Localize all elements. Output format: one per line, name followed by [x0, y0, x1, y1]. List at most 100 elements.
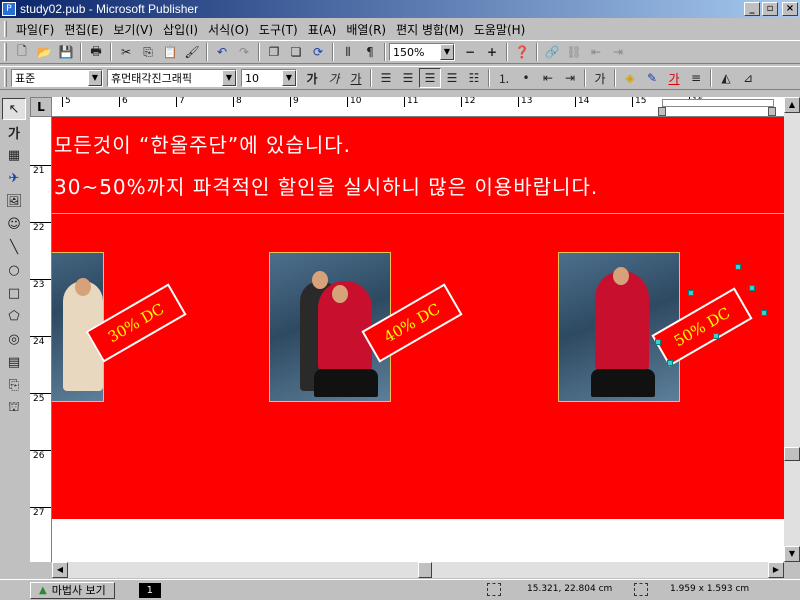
minimize-button[interactable]: _ [744, 2, 760, 16]
ruler-corner[interactable]: L [30, 97, 52, 117]
redo-icon[interactable]: ↷ [233, 42, 255, 62]
rotate-text-icon[interactable]: ⊿ [737, 68, 759, 88]
menu-format[interactable]: 서식(O) [203, 21, 254, 38]
hotspot-icon[interactable]: ◎ [2, 328, 26, 350]
indent-marker[interactable] [658, 107, 666, 116]
toolbar-grip[interactable] [4, 69, 7, 87]
chevron-down-icon[interactable]: ▼ [440, 44, 454, 60]
chevron-down-icon[interactable]: ▼ [282, 70, 296, 86]
align-right-icon[interactable]: ☰ [419, 68, 441, 88]
bullets-icon[interactable]: • [515, 68, 537, 88]
superscript-button[interactable]: 가 [589, 68, 611, 88]
rotate-icon[interactable]: ⟳ [307, 42, 329, 62]
font-size-select[interactable]: 10 ▼ [241, 69, 297, 87]
numbering-icon[interactable]: ⒈ [493, 68, 515, 88]
bold-button[interactable]: 가 [301, 68, 323, 88]
photo-3[interactable] [558, 252, 680, 402]
cut-icon[interactable]: ✂ [115, 42, 137, 62]
frame-prev-icon[interactable]: ⇤ [585, 42, 607, 62]
unlink-icon[interactable]: ⛓ [563, 42, 585, 62]
menu-insert[interactable]: 삽입(I) [158, 21, 203, 38]
selection-handle[interactable] [655, 339, 661, 345]
send-to-back-icon[interactable]: ❏ [285, 42, 307, 62]
toolbar-grip[interactable] [4, 43, 7, 61]
italic-button[interactable]: 가 [323, 68, 345, 88]
selection-handle[interactable] [735, 264, 741, 270]
zoom-select[interactable]: 150% ▼ [389, 43, 455, 61]
print-icon[interactable]: 🖶 [85, 42, 107, 62]
design-gallery-icon[interactable]: ⛫ [2, 397, 26, 419]
text-frame-tool[interactable]: 가 [2, 121, 26, 143]
vertical-scrollbar[interactable]: ▲ ▼ [784, 97, 800, 562]
selection-handle[interactable] [749, 285, 755, 291]
align-center-icon[interactable]: ☰ [397, 68, 419, 88]
copy-icon[interactable]: ⎘ [137, 42, 159, 62]
divider-line[interactable] [52, 213, 784, 214]
horizontal-scrollbar[interactable]: ◀ ▶ [52, 562, 784, 578]
shadow-icon[interactable]: ◭ [715, 68, 737, 88]
vertical-ruler[interactable]: 21 22 23 24 25 26 27 [30, 117, 52, 562]
boundaries-icon[interactable]: ⦀ [337, 42, 359, 62]
rectangle-icon[interactable]: □ [2, 282, 26, 304]
style-select[interactable]: 표준 ▼ [11, 69, 103, 87]
headline-text[interactable]: 모든것이 “한올주단”에 있습니다. [54, 129, 351, 158]
open-icon[interactable]: 📂 [33, 42, 55, 62]
undo-icon[interactable]: ↶ [211, 42, 233, 62]
frame-next-icon[interactable]: ⇥ [607, 42, 629, 62]
picture-frame-icon[interactable]: 🖼 [2, 190, 26, 212]
custom-shape-icon[interactable]: ⬠ [2, 305, 26, 327]
scroll-right-icon[interactable]: ▶ [768, 562, 784, 578]
increase-indent-icon[interactable]: ⇥ [559, 68, 581, 88]
horizontal-ruler[interactable]: 5 6 7 8 9 10 11 12 13 14 15 16 [52, 97, 784, 117]
menu-tools[interactable]: 도구(T) [254, 21, 303, 38]
new-icon[interactable]: 🗋 [11, 42, 33, 62]
align-left-icon[interactable]: ☰ [375, 68, 397, 88]
pointer-icon[interactable]: ↖ [2, 98, 26, 120]
chevron-down-icon[interactable]: ▼ [222, 70, 236, 86]
menu-mail-merge[interactable]: 편지 병합(M) [391, 21, 469, 38]
font-select[interactable]: 휴먼태각진그래픽 ▼ [107, 69, 237, 87]
menu-table[interactable]: 표(A) [303, 21, 342, 38]
menu-file[interactable]: 파일(F) [11, 21, 59, 38]
scroll-down-icon[interactable]: ▼ [784, 546, 800, 562]
scroll-left-icon[interactable]: ◀ [52, 562, 68, 578]
paste-icon[interactable]: 📋 [159, 42, 181, 62]
line-style-icon[interactable]: ≡ [685, 68, 707, 88]
scroll-up-icon[interactable]: ▲ [784, 97, 800, 113]
decrease-indent-icon[interactable]: ⇤ [537, 68, 559, 88]
form-control-icon[interactable]: ▤ [2, 351, 26, 373]
line-color-icon[interactable]: ✎ [641, 68, 663, 88]
underline-button[interactable]: 가 [345, 68, 367, 88]
scroll-thumb[interactable] [418, 562, 432, 578]
line-icon[interactable]: ╲ [2, 236, 26, 258]
discount-text[interactable]: 30~50%까지 파격적인 할인을 실시하니 많은 이용바랍니다. [54, 171, 598, 200]
html-fragment-icon[interactable]: ⎘ [2, 374, 26, 396]
save-icon[interactable]: 💾 [55, 42, 77, 62]
menu-arrange[interactable]: 배열(R) [341, 21, 391, 38]
restore-button[interactable]: ▫ [762, 2, 778, 16]
font-color-button[interactable]: 가 [663, 68, 685, 88]
bring-to-front-icon[interactable]: ❐ [263, 42, 285, 62]
scroll-thumb[interactable] [784, 447, 800, 461]
zoom-out-icon[interactable]: − [459, 42, 481, 62]
publication-canvas[interactable]: 모든것이 “한올주단”에 있습니다. 30~50%까지 파격적인 할인을 실시하… [52, 117, 784, 562]
oval-icon[interactable]: ○ [2, 259, 26, 281]
menu-view[interactable]: 보기(V) [108, 21, 158, 38]
close-button[interactable]: × [782, 2, 798, 16]
chevron-down-icon[interactable]: ▼ [88, 70, 102, 86]
wordart-icon[interactable]: ✈ [2, 167, 26, 189]
page-navigator[interactable]: 1 [138, 582, 161, 598]
format-painter-icon[interactable]: 🖌 [181, 42, 203, 62]
fill-color-icon[interactable]: ◈ [619, 68, 641, 88]
link-icon[interactable]: 🔗 [541, 42, 563, 62]
right-indent-marker[interactable] [768, 107, 776, 116]
clipart-icon[interactable]: ☺ [2, 213, 26, 235]
table-icon[interactable]: ▦ [2, 144, 26, 166]
selection-handle[interactable] [761, 310, 767, 316]
selection-handle[interactable] [688, 290, 694, 296]
justify-icon[interactable]: ☰ [441, 68, 463, 88]
selection-handle[interactable] [667, 360, 673, 366]
help-icon[interactable]: ❓ [511, 42, 533, 62]
pilcrow-icon[interactable]: ¶ [359, 42, 381, 62]
selection-handle[interactable] [713, 333, 719, 339]
